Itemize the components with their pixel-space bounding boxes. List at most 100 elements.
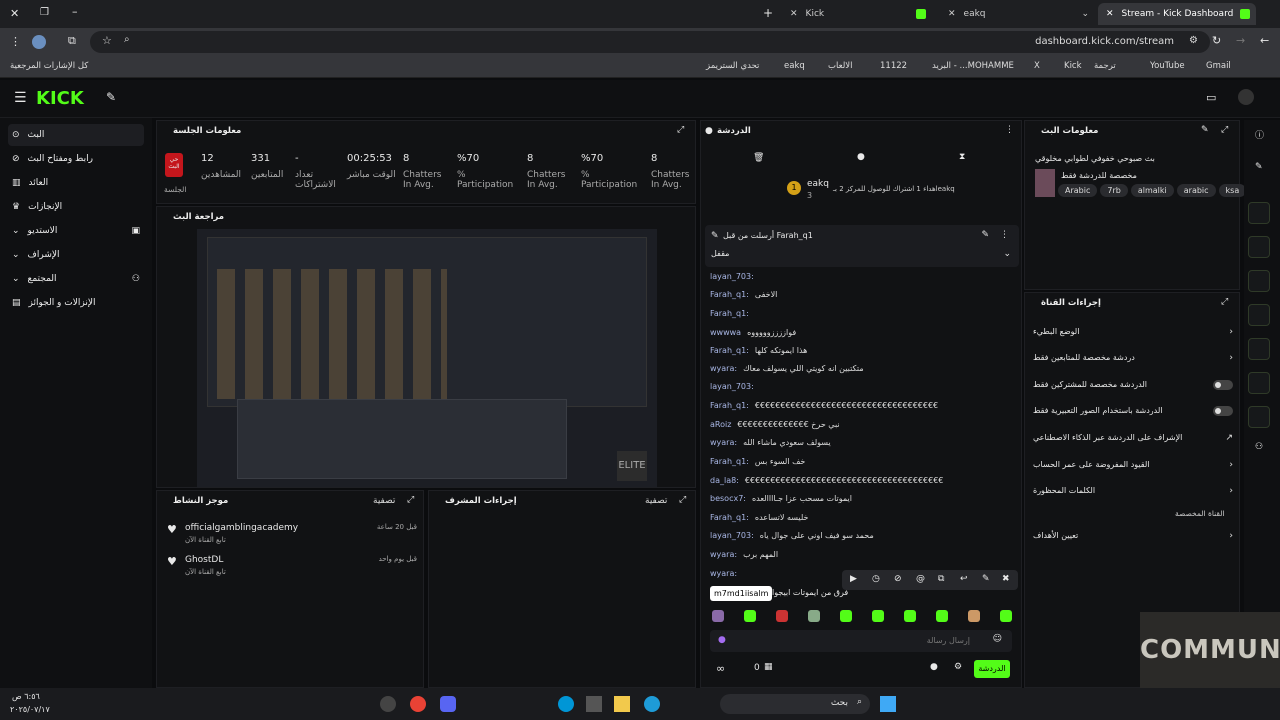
chat-username[interactable]: wwwwa [710, 328, 741, 337]
bookmark-x[interactable]: X [1034, 61, 1040, 71]
chat-message[interactable]: wyara: متكتبين انه كويتي اللي يسولف معاك [710, 364, 864, 373]
chat-message[interactable]: layan_703: [710, 272, 760, 281]
chat-username[interactable]: besocx7: [710, 494, 746, 503]
filter-button[interactable]: تصفية [645, 496, 667, 506]
taskbar-app-explorer[interactable] [614, 696, 630, 712]
kick-logo[interactable]: KICK [36, 88, 84, 109]
chat-message[interactable]: Farah_q1: €€€€€€€€€€€€€€€€€€€€€€€€€€€€€€€… [710, 401, 938, 410]
chat-message[interactable]: layan_703: محمد سو فيف اوني على جوال ياه [710, 531, 874, 540]
taskbar-app-obs[interactable] [380, 696, 396, 712]
filter-button[interactable]: تصفية [373, 496, 395, 506]
sidebar-item-stream-key[interactable]: ⊘ رابط ومفتاح البث [8, 148, 144, 170]
chat-icon[interactable] [1248, 304, 1270, 326]
emote[interactable] [840, 610, 852, 622]
slow-mode-row[interactable]: الوضع البطيء › [1033, 327, 1233, 337]
forward-icon[interactable]: → [1236, 34, 1245, 47]
chat-username[interactable]: Farah_q1: [710, 309, 749, 318]
bookmark-games[interactable]: الالعاب [828, 61, 853, 71]
chat-message[interactable]: wyara: المهم برب [710, 550, 778, 559]
tag[interactable]: ksa [1218, 184, 1247, 197]
menu-dots-icon[interactable]: ⋮ [10, 35, 21, 48]
emoji-icon[interactable]: ☺ [993, 634, 1002, 644]
send-chat-button[interactable]: الدردشة [974, 660, 1010, 678]
emote[interactable] [1000, 610, 1012, 622]
bookmark-kick[interactable]: Kick [1064, 61, 1082, 71]
broadcast-icon[interactable] [1248, 338, 1270, 360]
taskbar-app-edge[interactable] [644, 696, 660, 712]
bookmark-youtube[interactable]: YouTube [1150, 61, 1185, 71]
pin-icon[interactable]: ✎ [982, 574, 990, 584]
bookmark-eakq[interactable]: eakq [784, 61, 805, 71]
tag[interactable]: Arabic [1058, 184, 1098, 197]
mention-icon[interactable]: @ [916, 574, 925, 584]
chat-username[interactable]: da_la8: [710, 476, 739, 485]
site-settings-icon[interactable]: ⚙ [1189, 35, 1198, 46]
timer-icon[interactable]: ⧗ [959, 152, 965, 162]
followers-only-row[interactable]: دردشة مخصصة للمتابعين فقط › [1033, 353, 1233, 363]
tab-eakq[interactable]: ✕ eakq ⌄ [940, 3, 1095, 25]
emotes-only-row[interactable]: الدردشة باستخدام الصور التعبيرية فقط [1033, 406, 1233, 416]
cast-icon[interactable]: ▭ [1206, 91, 1216, 104]
chat-bubble-icon[interactable]: ● [930, 662, 938, 672]
emote[interactable] [744, 610, 756, 622]
gift-icon[interactable]: ▦ [764, 662, 773, 672]
extensions-icon[interactable]: ⧉ [68, 34, 76, 48]
sidebar-item-revenue[interactable]: ▥ العائد [8, 172, 144, 194]
sidebar-item-stream[interactable]: ⊙ البث [8, 124, 144, 146]
chat-message[interactable]: Farah_q1: خف السوء بس [710, 457, 805, 466]
chat-username[interactable]: Farah_q1: [710, 401, 749, 410]
close-window-icon[interactable]: ✕ [10, 7, 19, 20]
subscribers-only-row[interactable]: الدردشة مخصصة للمشتركين فقط [1033, 380, 1233, 390]
expand-icon[interactable]: ⤢ [677, 125, 684, 135]
emote[interactable] [808, 610, 820, 622]
tab-kick[interactable]: ✕ Kick [782, 3, 932, 25]
expand-icon[interactable]: ⤢ [1221, 297, 1228, 307]
sidebar-item-community[interactable]: ⌄ المجتمع ⚇ [8, 268, 144, 290]
chat-message[interactable]: Farah_q1: خليسه لاتساعده [710, 513, 808, 522]
chat-username[interactable]: Farah_q1: [710, 513, 749, 522]
bookmark-mail[interactable]: البريد - ...MOHAMME [932, 61, 1014, 71]
bookmark-11122[interactable]: 11122 [880, 61, 907, 71]
wrench-icon[interactable] [1248, 406, 1270, 428]
sidebar-item-achievements[interactable]: ♛ الإنجازات [8, 196, 144, 218]
chat-input[interactable]: ● إرسال رسالة ☺ [710, 630, 1012, 652]
stream-preview-video[interactable]: ELITE [197, 229, 657, 487]
reload-icon[interactable]: ↻ [1212, 34, 1221, 47]
back-icon[interactable]: ← [1260, 34, 1269, 47]
bolt-icon[interactable] [1248, 236, 1270, 258]
bookmark-streams[interactable]: تحدي الستريمز [706, 61, 759, 71]
taskbar-app-hp[interactable] [558, 696, 574, 712]
tab-stream-dashboard[interactable]: ✕ Stream - Kick Dashboard [1098, 3, 1256, 25]
user-avatar[interactable] [1238, 89, 1254, 105]
bookmark-gmail[interactable]: Gmail [1206, 61, 1231, 71]
close-tab-icon[interactable]: ✕ [948, 9, 956, 19]
url-field[interactable]: ☆ ⌕ dashboard.kick.com/stream ⚙ [90, 31, 1210, 53]
delete-icon[interactable]: ✖ [1002, 574, 1010, 584]
card-icon[interactable] [1248, 270, 1270, 292]
bookmark-translate[interactable]: ترجمة [1094, 61, 1116, 71]
chevron-down-icon[interactable]: ⌄ [1003, 249, 1011, 259]
taskbar-app-store[interactable] [586, 696, 602, 712]
profile-avatar[interactable] [32, 35, 46, 49]
edit-icon[interactable]: ✎ [1201, 125, 1209, 135]
chat-message[interactable]: wyara: يسولف سعودي ماشاء الله [710, 438, 831, 447]
bookmark-star-icon[interactable]: ☆ [102, 34, 112, 47]
chevron-down-icon[interactable]: ⌄ [1081, 9, 1089, 19]
clock-icon[interactable]: ◷ [872, 574, 880, 584]
play-icon[interactable]: ▶ [850, 574, 857, 584]
taskbar-app-discord[interactable] [440, 696, 456, 712]
minimize-window-icon[interactable]: – [72, 5, 78, 18]
start-button[interactable] [880, 696, 896, 712]
pinned-message[interactable]: ✎ أرسلت من قبل Farah_q1 مقفل ✎ ⋮ ⌄ [705, 225, 1019, 267]
chat-username[interactable]: wyara: [710, 569, 737, 578]
new-tab-icon[interactable]: + [763, 6, 773, 20]
chat-username[interactable]: layan_703: [710, 272, 754, 281]
chat-username[interactable]: wyara: [710, 364, 737, 373]
chat-message[interactable]: layan_703: [710, 382, 760, 391]
more-icon[interactable]: ⋮ [1000, 230, 1009, 240]
users-icon[interactable]: ⚇ [1255, 442, 1263, 452]
toggle[interactable] [1213, 380, 1233, 390]
emote[interactable] [712, 610, 724, 622]
ai-moderation-row[interactable]: الإشراف على الدردشة عبر الذكاء الاصطناعي… [1033, 433, 1233, 443]
edit-icon[interactable]: ✎ [1255, 162, 1263, 172]
